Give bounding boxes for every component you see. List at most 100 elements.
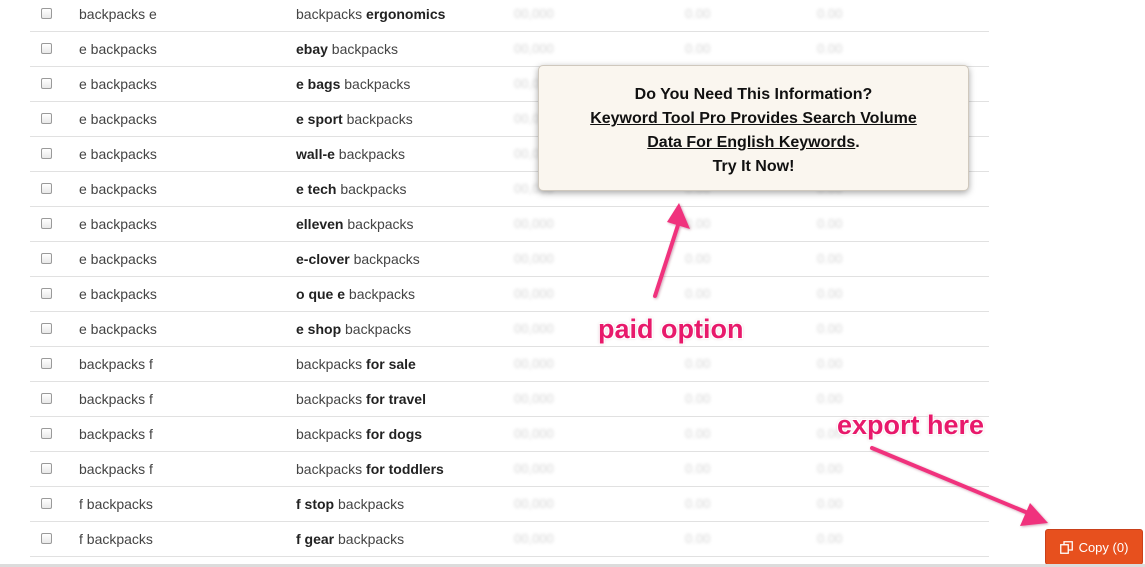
keyword-highlight: e sport xyxy=(296,111,343,127)
competition-blurred: 0.00 xyxy=(817,41,843,56)
search-volume-blurred: 00,000 xyxy=(514,461,554,476)
cpc-blurred: 0.00 xyxy=(685,531,711,546)
table-row: backpacks f backpacks for sale 00,000 0.00 0… xyxy=(30,347,989,382)
keyword-highlight: for dogs xyxy=(366,426,423,442)
row-checkbox[interactable] xyxy=(41,323,52,334)
competition-blurred: 0.00 xyxy=(817,461,843,476)
keyword-text: backpacks xyxy=(296,6,367,22)
copy-button[interactable]: Copy (0) xyxy=(1045,529,1143,565)
row-checkbox[interactable] xyxy=(41,43,52,54)
seed-keyword: e backpacks xyxy=(79,41,157,57)
row-checkbox[interactable] xyxy=(41,533,52,544)
popup-upgrade-link-line2[interactable]: Data For English Keywords xyxy=(647,134,855,151)
row-checkbox[interactable] xyxy=(41,463,52,474)
cpc-blurred: 0.00 xyxy=(685,6,711,21)
keyword-text: backpacks xyxy=(349,251,420,267)
row-checkbox[interactable] xyxy=(41,78,52,89)
seed-keyword: e backpacks xyxy=(79,111,157,127)
table-row: e backpacks elleven backpacks 00,000 0.00 0.… xyxy=(30,207,989,242)
row-checkbox[interactable] xyxy=(41,428,52,439)
keyword-suggestion[interactable]: backpacks for toddlers xyxy=(296,461,444,477)
competition-blurred: 0.00 xyxy=(817,496,843,511)
seed-keyword: e backpacks xyxy=(79,286,157,302)
keyword-suggestion[interactable]: backpacks for dogs xyxy=(296,426,422,442)
row-checkbox[interactable] xyxy=(41,8,52,19)
keyword-text: backpacks xyxy=(296,356,367,372)
seed-keyword: backpacks f xyxy=(79,391,153,407)
keyword-suggestion[interactable]: backpacks for travel xyxy=(296,391,426,407)
search-volume-blurred: 00,000 xyxy=(514,6,554,21)
cpc-blurred: 0.00 xyxy=(685,461,711,476)
seed-keyword: backpacks e xyxy=(79,6,157,22)
row-checkbox[interactable] xyxy=(41,148,52,159)
search-volume-blurred: 00,000 xyxy=(514,321,554,336)
table-row: f backpacks f stop backpacks 00,000 0.00 0.0… xyxy=(30,487,989,522)
keyword-suggestion[interactable]: wall-e backpacks xyxy=(296,146,405,162)
row-checkbox[interactable] xyxy=(41,393,52,404)
keyword-suggestion[interactable]: e tech backpacks xyxy=(296,181,407,197)
row-checkbox[interactable] xyxy=(41,498,52,509)
row-checkbox[interactable] xyxy=(41,183,52,194)
keyword-highlight: for sale xyxy=(366,356,416,372)
keyword-suggestion[interactable]: backpacks ergonomics xyxy=(296,6,445,22)
keyword-text: backpacks xyxy=(343,216,414,232)
seed-keyword: e backpacks xyxy=(79,76,157,92)
row-checkbox[interactable] xyxy=(41,253,52,264)
competition-blurred: 0.00 xyxy=(817,356,843,371)
keyword-highlight: wall-e xyxy=(296,146,335,162)
table-row: f backpacks f gear backpacks 00,000 0.00 0.0… xyxy=(30,522,989,557)
paid-option-annotation: paid option xyxy=(598,314,744,344)
keyword-text: backpacks xyxy=(336,181,407,197)
competition-blurred: 0.00 xyxy=(817,6,843,21)
cpc-blurred: 0.00 xyxy=(685,251,711,266)
search-volume-blurred: 00,000 xyxy=(514,41,554,56)
cpc-blurred: 0.00 xyxy=(685,391,711,406)
keyword-text: backpacks xyxy=(342,111,413,127)
keyword-text: backpacks xyxy=(296,461,367,477)
search-volume-blurred: 00,000 xyxy=(514,216,554,231)
search-volume-blurred: 00,000 xyxy=(514,426,554,441)
keyword-suggestion[interactable]: o que e backpacks xyxy=(296,286,415,302)
row-checkbox[interactable] xyxy=(41,288,52,299)
keyword-suggestion[interactable]: backpacks for sale xyxy=(296,356,416,372)
popup-upgrade-link-line1[interactable]: Keyword Tool Pro Provides Search Volume xyxy=(539,107,968,131)
seed-keyword: e backpacks xyxy=(79,321,157,337)
row-checkbox[interactable] xyxy=(41,218,52,229)
popup-question: Do You Need This Information? xyxy=(634,86,873,103)
keyword-suggestion[interactable]: e shop backpacks xyxy=(296,321,411,337)
cpc-blurred: 0.00 xyxy=(685,41,711,56)
keyword-suggestion[interactable]: elleven backpacks xyxy=(296,216,414,232)
keyword-highlight: for travel xyxy=(366,391,426,407)
keyword-suggestion[interactable]: e bags backpacks xyxy=(296,76,410,92)
keyword-highlight: f stop xyxy=(296,496,335,512)
table-row: backpacks f backpacks for toddlers 00,000 0… xyxy=(30,452,989,487)
row-checkbox[interactable] xyxy=(41,358,52,369)
keyword-suggestion[interactable]: f stop backpacks xyxy=(296,496,404,512)
seed-keyword: backpacks f xyxy=(79,461,153,477)
search-volume-blurred: 00,000 xyxy=(514,531,554,546)
keyword-text: backpacks xyxy=(341,321,412,337)
keyword-text: backpacks xyxy=(327,41,398,57)
table-row: e backpacks o que e backpacks 00,000 0.00 0.… xyxy=(30,277,989,312)
keyword-suggestion[interactable]: e-clover backpacks xyxy=(296,251,420,267)
copy-icon xyxy=(1059,540,1073,554)
keyword-suggestion[interactable]: f gear backpacks xyxy=(296,531,404,547)
upgrade-popup: Do You Need This Information? Keyword To… xyxy=(538,65,969,191)
cpc-blurred: 0.00 xyxy=(685,356,711,371)
competition-blurred: 0.00 xyxy=(817,216,843,231)
seed-keyword: e backpacks xyxy=(79,216,157,232)
keyword-highlight: e-clover xyxy=(296,251,350,267)
keyword-highlight: e bags xyxy=(296,76,341,92)
export-here-annotation: export here xyxy=(837,410,985,440)
row-checkbox[interactable] xyxy=(41,113,52,124)
search-volume-blurred: 00,000 xyxy=(514,251,554,266)
keyword-suggestion[interactable]: e sport backpacks xyxy=(296,111,413,127)
search-volume-blurred: 00,000 xyxy=(514,496,554,511)
table-row: e backpacks ebay backpacks 00,000 0.00 0.00 xyxy=(30,32,989,67)
seed-keyword: backpacks f xyxy=(79,426,153,442)
keyword-text: backpacks xyxy=(334,146,405,162)
keyword-suggestion[interactable]: ebay backpacks xyxy=(296,41,398,57)
seed-keyword: backpacks f xyxy=(79,356,153,372)
keyword-highlight: f gear xyxy=(296,531,335,547)
competition-blurred: 0.00 xyxy=(817,286,843,301)
